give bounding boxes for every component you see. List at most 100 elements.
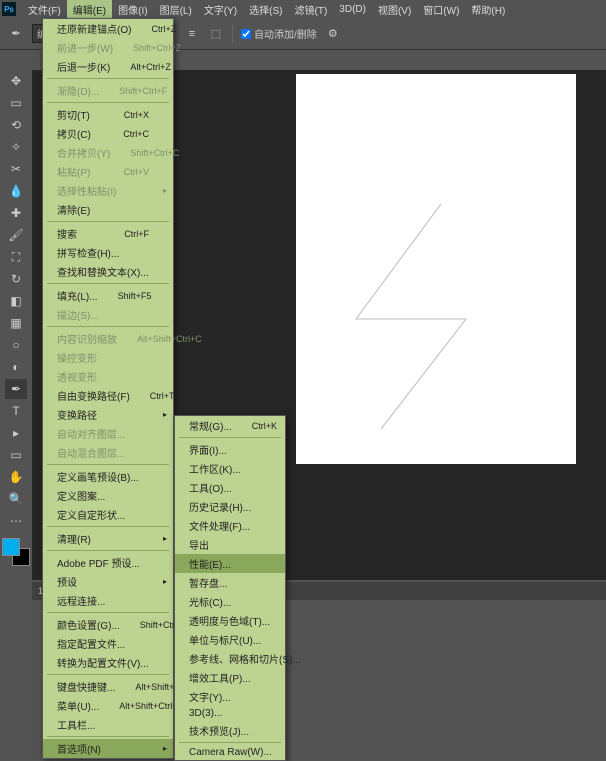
edit-menu-item-15[interactable]: 查找和替换文本(X)...	[43, 262, 173, 281]
edit-menu-item-36[interactable]: 远程连接...	[43, 591, 173, 610]
prefs-menu-item-13[interactable]: 参考线、网格和切片(S)...	[175, 649, 285, 668]
edit-menu-item-7[interactable]: 拷贝(C)Ctrl+C	[43, 124, 173, 143]
history-brush-tool[interactable]: ↻	[5, 269, 27, 289]
lasso-tool[interactable]: ⟲	[5, 115, 27, 135]
menu-help[interactable]: 帮助(H)	[465, 0, 511, 19]
crop-tool[interactable]: ✂	[5, 159, 27, 179]
eraser-tool[interactable]: ◧	[5, 291, 27, 311]
menu-separator	[47, 674, 169, 675]
edit-menu-item-35[interactable]: 预设▸	[43, 572, 173, 591]
menu-edit[interactable]: 编辑(E)	[67, 0, 112, 19]
marquee-tool[interactable]: ▭	[5, 93, 27, 113]
shape-tool[interactable]: ▭	[5, 445, 27, 465]
wand-tool[interactable]: ✧	[5, 137, 27, 157]
menu-label: 增效工具(P)...	[189, 670, 251, 685]
type-tool[interactable]: T	[5, 401, 27, 421]
menubar: Ps 文件(F) 编辑(E) 图像(I) 图层(L) 文字(Y) 选择(S) 滤…	[0, 0, 606, 18]
menu-select[interactable]: 选择(S)	[243, 0, 288, 19]
menu-view[interactable]: 视图(V)	[372, 0, 417, 19]
pen-tool[interactable]: ✒	[5, 379, 27, 399]
prefs-menu-item-9[interactable]: 暂存盘...	[175, 573, 285, 592]
menu-label: 定义画笔预设(B)...	[57, 469, 139, 484]
menu-label: 查找和替换文本(X)...	[57, 264, 149, 279]
prefs-menu-item-15[interactable]: 文字(Y)...	[175, 687, 285, 706]
align-icon[interactable]: ≡	[184, 26, 200, 42]
prefs-menu-item-2[interactable]: 界面(I)...	[175, 440, 285, 459]
edit-menu-item-30[interactable]: 定义自定形状...	[43, 505, 173, 524]
edit-menu-item-29[interactable]: 定义图案...	[43, 486, 173, 505]
artboard[interactable]	[296, 74, 576, 464]
blur-tool[interactable]: ○	[5, 335, 27, 355]
prefs-menu-item-11[interactable]: 透明度与色域(T)...	[175, 611, 285, 630]
fg-color[interactable]	[2, 538, 20, 556]
eyedropper-tool[interactable]: 💧	[5, 181, 27, 201]
menu-file[interactable]: 文件(F)	[22, 0, 67, 19]
prefs-menu-item-3[interactable]: 工作区(K)...	[175, 459, 285, 478]
shortcut: Ctrl+F	[124, 229, 149, 239]
menu-type[interactable]: 文字(Y)	[198, 0, 243, 19]
menu-image[interactable]: 图像(I)	[112, 0, 153, 19]
edit-menu-item-11[interactable]: 清除(E)	[43, 200, 173, 219]
edit-menu-item-34[interactable]: Adobe PDF 预设...	[43, 553, 173, 572]
prefs-menu-item-12[interactable]: 单位与标尺(U)...	[175, 630, 285, 649]
stamp-tool[interactable]: ⛶	[5, 247, 27, 267]
brush-tool[interactable]: 🖌	[5, 225, 27, 245]
edit-menu-item-43[interactable]: 菜单(U)...Alt+Shift+Ctrl+M	[43, 696, 173, 715]
prefs-menu-item-19[interactable]: Camera Raw(W)...	[175, 745, 285, 760]
menu-layer[interactable]: 图层(L)	[154, 0, 198, 19]
auto-add-check[interactable]: 自动添加/删除	[241, 26, 317, 41]
toolbox: ✥ ▭ ⟲ ✧ ✂ 💧 ✚ 🖌 ⛶ ↻ ◧ ▦ ○ ◐ ✒ T ▸ ▭ ✋ 🔍 …	[0, 70, 32, 572]
heal-tool[interactable]: ✚	[5, 203, 27, 223]
edit-menu-item-0[interactable]: 还原新建锚点(O)Ctrl+Z	[43, 19, 173, 38]
prefs-menu-item-10[interactable]: 光标(C)...	[175, 592, 285, 611]
prefs-menu-item-14[interactable]: 增效工具(P)...	[175, 668, 285, 687]
menu-label: 单位与标尺(U)...	[189, 632, 261, 647]
gradient-tool[interactable]: ▦	[5, 313, 27, 333]
shortcut: Ctrl+X	[124, 110, 149, 120]
menu-3d[interactable]: 3D(D)	[333, 2, 372, 17]
zoom-tool[interactable]: 🔍	[5, 489, 27, 509]
arrange-icon[interactable]: ⬚	[208, 26, 224, 42]
edit-menu-item-39[interactable]: 指定配置文件...	[43, 634, 173, 653]
edit-toolbar[interactable]: ⋯	[5, 511, 27, 531]
menu-label: 3D(3)...	[189, 708, 222, 719]
pen-tool-icon[interactable]: ✒	[8, 26, 24, 42]
edit-menu-item-38[interactable]: 颜色设置(G)...Shift+Ctrl+K	[43, 615, 173, 634]
menu-label: 渐隐(D)...	[57, 83, 99, 98]
edit-menu-item-28[interactable]: 定义画笔预设(B)...	[43, 467, 173, 486]
edit-menu-item-40[interactable]: 转换为配置文件(V)...	[43, 653, 173, 672]
menu-label: 拼写检查(H)...	[57, 245, 119, 260]
edit-menu-item-32[interactable]: 清理(R)▸	[43, 529, 173, 548]
prefs-menu-item-0[interactable]: 常规(G)...Ctrl+K	[175, 416, 285, 435]
edit-menu-item-46[interactable]: 首选项(N)▸	[43, 739, 173, 758]
edit-menu-item-17[interactable]: 填充(L)...Shift+F5	[43, 286, 173, 305]
edit-menu-item-44[interactable]: 工具栏...	[43, 715, 173, 734]
hand-tool[interactable]: ✋	[5, 467, 27, 487]
edit-menu-item-2[interactable]: 后退一步(K)Alt+Ctrl+Z	[43, 57, 173, 76]
prefs-menu-item-7[interactable]: 导出	[175, 535, 285, 554]
edit-menu-item-42[interactable]: 键盘快捷键...Alt+Shift+Ctrl+K	[43, 677, 173, 696]
dodge-tool[interactable]: ◐	[5, 357, 27, 377]
edit-menu-item-23[interactable]: 自由变换路径(F)Ctrl+T	[43, 386, 173, 405]
prefs-menu-item-17[interactable]: 技术预览(J)...	[175, 721, 285, 740]
edit-menu-item-24[interactable]: 变换路径▸	[43, 405, 173, 424]
menu-label: 内容识别缩放	[57, 331, 117, 346]
move-tool[interactable]: ✥	[5, 71, 27, 91]
edit-menu-item-6[interactable]: 剪切(T)Ctrl+X	[43, 105, 173, 124]
menu-label: 暂存盘...	[189, 575, 227, 590]
prefs-menu-item-8[interactable]: 性能(E)...	[175, 554, 285, 573]
gear-icon[interactable]: ⚙	[325, 26, 341, 42]
menu-window[interactable]: 窗口(W)	[417, 0, 465, 19]
prefs-menu-item-16[interactable]: 3D(3)...	[175, 706, 285, 721]
path-select-tool[interactable]: ▸	[5, 423, 27, 443]
edit-menu-item-13[interactable]: 搜索Ctrl+F	[43, 224, 173, 243]
menu-separator	[47, 102, 169, 103]
edit-menu-item-14[interactable]: 拼写检查(H)...	[43, 243, 173, 262]
menu-label: 定义自定形状...	[57, 507, 125, 522]
prefs-menu-item-5[interactable]: 历史记录(H)...	[175, 497, 285, 516]
menu-filter[interactable]: 滤镜(T)	[289, 0, 334, 19]
menu-label: Adobe PDF 预设...	[57, 555, 140, 570]
color-swatches[interactable]	[2, 538, 30, 566]
prefs-menu-item-6[interactable]: 文件处理(F)...	[175, 516, 285, 535]
prefs-menu-item-4[interactable]: 工具(O)...	[175, 478, 285, 497]
